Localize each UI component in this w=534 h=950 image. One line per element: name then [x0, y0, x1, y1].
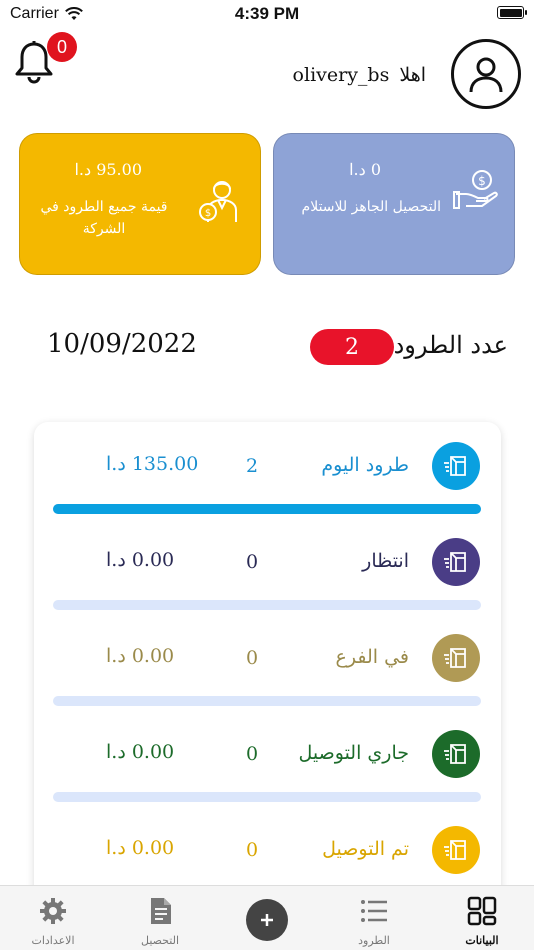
status-label: في الفرع [335, 646, 409, 668]
notification-badge: 0 [47, 32, 77, 62]
status-progress-bar [53, 600, 481, 610]
package-icon [432, 826, 480, 874]
status-list-panel: طرود اليوم 2 135.00 د.ا انتظار 0 0.00 د.ا في ا… [34, 422, 501, 922]
status-count: 0 [246, 743, 259, 765]
user-icon [469, 57, 503, 93]
status-amount: 0.00 د.ا [106, 741, 175, 763]
package-icon [432, 538, 480, 586]
tab-collection[interactable]: التحصيل [110, 886, 210, 950]
plus-icon [261, 914, 273, 926]
status-count: 2 [246, 455, 259, 477]
status-bar: Carrier 4:39 PM [0, 0, 534, 28]
status-label: طرود اليوم [321, 454, 409, 476]
package-icon [432, 634, 480, 682]
status-progress-fill [53, 504, 481, 514]
parcels-value-amount: 95.00 د.ا [74, 160, 142, 179]
package-icon [432, 730, 480, 778]
gear-icon [40, 898, 66, 924]
status-progress-bar [53, 504, 481, 514]
summary-date: 10/09/2022 [47, 329, 197, 359]
status-progress-bar [53, 792, 481, 802]
profile-avatar[interactable] [451, 39, 521, 109]
greeting-word: اهلا [399, 64, 426, 86]
svg-text:$: $ [478, 174, 486, 188]
greeting: اهلا olivery_bs [293, 64, 426, 86]
add-parcel-button[interactable] [246, 899, 288, 941]
list-icon [361, 900, 387, 922]
tab-data[interactable]: البيانات [432, 886, 532, 950]
status-count: 0 [246, 839, 259, 861]
parcels-value-label: قيمة جميع الطرود في الشركة [40, 199, 168, 238]
dashboard-grid-icon [467, 896, 497, 926]
parcel-count-badge: 2 [310, 329, 394, 365]
status-label: تم التوصيل [322, 838, 409, 860]
parcels-value-card[interactable]: 95.00 د.ا قيمة جميع الطرود في الشركة $ [19, 133, 261, 275]
status-count: 0 [246, 647, 259, 669]
collection-card[interactable]: 0 د.ا التحصيل الجاهز للاستلام $ [273, 133, 515, 275]
status-count: 0 [246, 551, 259, 573]
status-label: انتظار [362, 550, 409, 572]
tab-settings[interactable]: الاعدادات [3, 886, 103, 950]
parcel-count-label: عدد الطرود [393, 331, 508, 359]
money-hand-icon: $ [453, 170, 498, 209]
username: olivery_bs [292, 64, 390, 86]
status-row-in-branch[interactable]: في الفرع 0 0.00 د.ا [34, 614, 501, 710]
tab-parcels[interactable]: الطرود [324, 886, 424, 950]
status-time: 4:39 PM [234, 4, 300, 23]
tab-data-label: البيانات [465, 934, 499, 947]
status-amount: 0.00 د.ا [106, 837, 175, 859]
tab-parcels-label: الطرود [358, 934, 390, 947]
status-amount: 135.00 د.ا [106, 453, 199, 475]
status-amount: 0.00 د.ا [106, 549, 175, 571]
status-progress-bar [53, 696, 481, 706]
tab-settings-label: الاعدادات [31, 934, 75, 947]
status-label: جاري التوصيل [298, 742, 410, 764]
tab-collection-label: التحصيل [140, 934, 180, 947]
document-icon [151, 898, 171, 924]
status-amount: 0.00 د.ا [106, 645, 175, 667]
agent-coin-icon: $ [199, 181, 237, 222]
battery-icon [497, 6, 527, 19]
svg-text:$: $ [205, 208, 211, 219]
collection-label: التحصيل الجاهز للاستلام [301, 199, 441, 215]
status-row-waiting[interactable]: انتظار 0 0.00 د.ا [34, 518, 501, 614]
status-row-in-delivery[interactable]: جاري التوصيل 0 0.00 د.ا [34, 710, 501, 806]
package-icon [432, 442, 480, 490]
status-row-today[interactable]: طرود اليوم 2 135.00 د.ا [34, 422, 501, 518]
collection-amount: 0 د.ا [349, 160, 381, 179]
